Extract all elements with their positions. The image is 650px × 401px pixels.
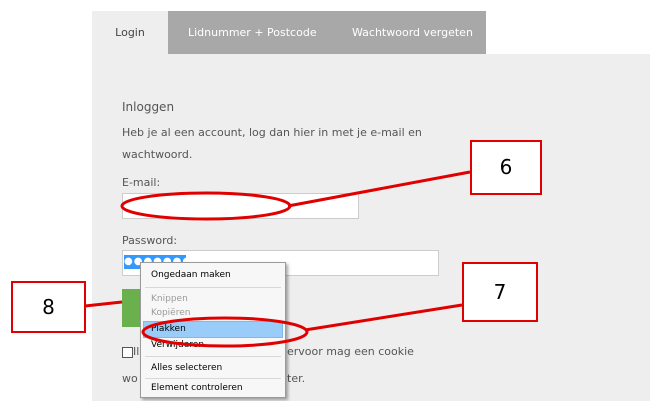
annotation-line-seven: [304, 303, 463, 332]
annotation-label-six: 6: [470, 140, 542, 195]
annotation-ellipse-email: [120, 191, 292, 221]
annotation-line-eight: [84, 300, 123, 308]
annotation-overlay: [84, 170, 471, 348]
annotation-ellipse-paste: [141, 316, 309, 348]
annotation-line-six: [287, 170, 471, 208]
annotation-label-seven: 7: [462, 262, 538, 322]
annotation-label-eight: 8: [11, 281, 86, 333]
